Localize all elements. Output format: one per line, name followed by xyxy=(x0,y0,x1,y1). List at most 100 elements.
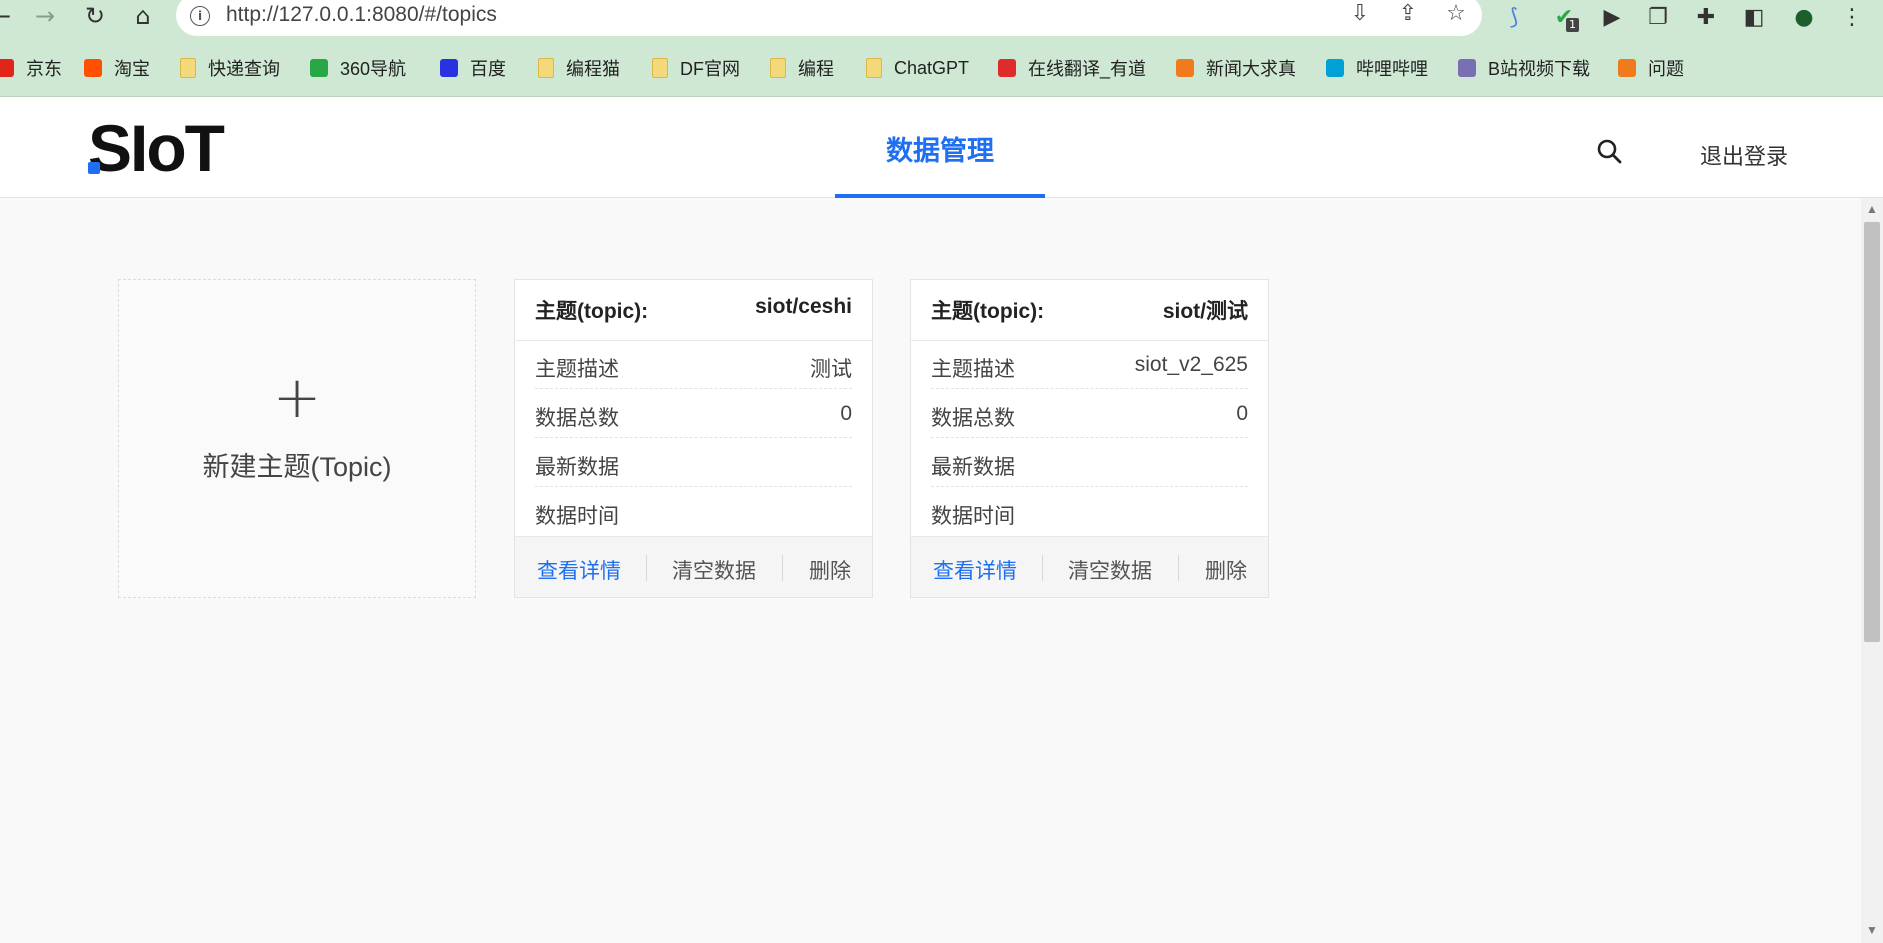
bookmarks-bar: 京东 淘宝 快递查询 360导航 百度 编程猫 DF官网 编程 ChatGPT 在线翻译_有道 新闻… xyxy=(0,36,1883,97)
scroll-up-arrow-icon[interactable]: ▲ xyxy=(1861,202,1883,216)
bookmark-label: 淘宝 xyxy=(114,59,150,79)
folder-icon xyxy=(770,58,786,78)
scroll-down-arrow-icon[interactable]: ▼ xyxy=(1861,923,1883,937)
clear-data-button[interactable]: 清空数据 xyxy=(672,555,756,585)
bookmark-item[interactable]: ChatGPT xyxy=(866,56,969,80)
folder-icon xyxy=(538,58,554,78)
bookmark-item[interactable]: 百度 xyxy=(440,56,506,80)
logo-accent-dot xyxy=(88,162,100,174)
site-favicon-icon xyxy=(998,59,1016,77)
reload-icon[interactable]: ↻ xyxy=(78,0,112,32)
row-label: 主题描述 xyxy=(931,358,1015,381)
bookmark-label: 在线翻译_有道 xyxy=(1028,59,1147,79)
topic-row-time: 数据时间 xyxy=(535,487,852,535)
action-divider xyxy=(782,555,783,581)
clear-data-button[interactable]: 清空数据 xyxy=(1068,555,1152,585)
row-label: 主题描述 xyxy=(535,358,619,381)
bookmark-label: 360导航 xyxy=(340,59,407,79)
bookmark-item[interactable]: 问题 xyxy=(1618,56,1684,80)
bookmark-item[interactable]: 哔哩哔哩 xyxy=(1326,56,1428,80)
play-extension-icon[interactable]: ▶ xyxy=(1596,2,1628,34)
row-label: 数据总数 xyxy=(931,407,1015,430)
bookmark-item[interactable]: 在线翻译_有道 xyxy=(998,56,1146,80)
topic-card-actions: 查看详情 清空数据 删除 xyxy=(515,536,872,597)
topic-card-actions: 查看详情 清空数据 删除 xyxy=(911,536,1268,597)
topic-name: siot/测试 xyxy=(1162,300,1248,323)
bookmark-item[interactable]: B站视频下载 xyxy=(1458,56,1590,80)
row-label: 数据总数 xyxy=(535,407,619,430)
bookmark-label: 编程猫 xyxy=(566,59,620,79)
translate-extension-icon[interactable]: ⟆ xyxy=(1498,2,1530,34)
delete-button[interactable]: 删除 xyxy=(1205,555,1247,585)
delete-button[interactable]: 删除 xyxy=(809,555,851,585)
bookmark-item[interactable]: 京东 xyxy=(0,56,62,80)
menu-kebab-icon[interactable]: ⋮ xyxy=(1836,2,1868,34)
bookmark-label: 哔哩哔哩 xyxy=(1356,59,1428,79)
extension-badge: 1 xyxy=(1566,18,1579,32)
bookmark-label: 新闻大求真 xyxy=(1206,59,1296,79)
view-details-button[interactable]: 查看详情 xyxy=(537,555,621,585)
topic-label: 主题(topic): xyxy=(931,300,1045,323)
profile-avatar-icon[interactable]: ● xyxy=(1788,2,1820,34)
bookmark-item[interactable]: DF官网 xyxy=(652,56,740,80)
bookmark-item[interactable]: 快递查询 xyxy=(180,56,280,80)
home-icon[interactable]: ⌂ xyxy=(126,0,160,32)
site-favicon-icon xyxy=(1176,59,1194,77)
row-value: 0 xyxy=(1236,402,1248,425)
side-panel-icon[interactable]: ◧ xyxy=(1738,2,1770,34)
plus-icon: + xyxy=(272,363,322,431)
bookmark-label: 问题 xyxy=(1648,59,1684,79)
address-bar[interactable]: i http://127.0.0.1:8080/#/topics ⇩ ⇪ ☆ xyxy=(176,0,1482,36)
action-divider xyxy=(1042,555,1043,581)
row-label: 数据时间 xyxy=(931,505,1015,528)
page-scrollbar[interactable]: ▲ ▼ xyxy=(1861,198,1883,943)
topic-card: 主题(topic): siot/测试 主题描述 siot_v2_625 数据总数… xyxy=(910,279,1269,598)
site-favicon-icon xyxy=(84,59,102,77)
topic-card: 主题(topic): siot/ceshi 主题描述 测试 数据总数 0 最新数… xyxy=(514,279,873,598)
url-text[interactable]: http://127.0.0.1:8080/#/topics xyxy=(226,3,497,27)
row-label: 最新数据 xyxy=(535,456,619,479)
scroll-thumb[interactable] xyxy=(1864,222,1880,642)
install-app-icon[interactable]: ⇩ xyxy=(1344,0,1376,30)
action-divider xyxy=(1178,555,1179,581)
new-topic-label: 新建主题(Topic) xyxy=(202,452,392,482)
tab-data-management[interactable]: 数据管理 xyxy=(835,97,1045,198)
folder-icon xyxy=(652,58,668,78)
extensions-puzzle-icon[interactable]: ✚ xyxy=(1690,2,1722,34)
logout-button[interactable]: 退出登录 xyxy=(1700,139,1788,171)
site-info-icon[interactable]: i xyxy=(190,6,210,26)
share-icon[interactable]: ⇪ xyxy=(1392,0,1424,30)
bookmark-item[interactable]: 编程 xyxy=(770,56,834,80)
bookmark-label: 京东 xyxy=(26,59,62,79)
action-divider xyxy=(646,555,647,581)
topic-row-description: 主题描述 测试 xyxy=(535,340,852,389)
search-icon[interactable] xyxy=(1595,137,1625,167)
bookmark-label: 快递查询 xyxy=(208,59,280,79)
app-header: SIoT 数据管理 退出登录 xyxy=(0,97,1883,198)
siot-logo[interactable]: SIoT xyxy=(88,110,225,186)
shield-extension-icon[interactable]: ✔ 1 xyxy=(1548,2,1580,34)
bookmark-item[interactable]: 新闻大求真 xyxy=(1176,56,1296,80)
topic-row-latest: 最新数据 xyxy=(535,438,852,487)
bookmark-label: 编程 xyxy=(798,59,834,79)
tab-manager-icon[interactable]: ❐ xyxy=(1642,2,1674,34)
bookmark-label: 百度 xyxy=(470,59,506,79)
browser-toolbar: ← → ↻ ⌂ i http://127.0.0.1:8080/#/topics… xyxy=(0,0,1883,36)
back-icon[interactable]: ← xyxy=(0,0,18,32)
folder-icon xyxy=(866,58,882,78)
bookmark-star-icon[interactable]: ☆ xyxy=(1440,0,1472,30)
bookmark-item[interactable]: 淘宝 xyxy=(84,56,150,80)
site-favicon-icon xyxy=(310,59,328,77)
topic-card-header: 主题(topic): siot/ceshi xyxy=(515,280,872,341)
topic-row-total: 数据总数 0 xyxy=(931,389,1248,438)
row-label: 最新数据 xyxy=(931,456,1015,479)
topic-name: siot/ceshi xyxy=(755,295,852,318)
forward-icon[interactable]: → xyxy=(28,0,62,32)
view-details-button[interactable]: 查看详情 xyxy=(933,555,1017,585)
new-topic-card[interactable]: + 新建主题(Topic) xyxy=(118,279,476,598)
bookmark-item[interactable]: 360导航 xyxy=(310,56,406,80)
folder-icon xyxy=(180,58,196,78)
topic-row-time: 数据时间 xyxy=(931,487,1248,535)
bookmark-item[interactable]: 编程猫 xyxy=(538,56,620,80)
site-favicon-icon xyxy=(1326,59,1344,77)
